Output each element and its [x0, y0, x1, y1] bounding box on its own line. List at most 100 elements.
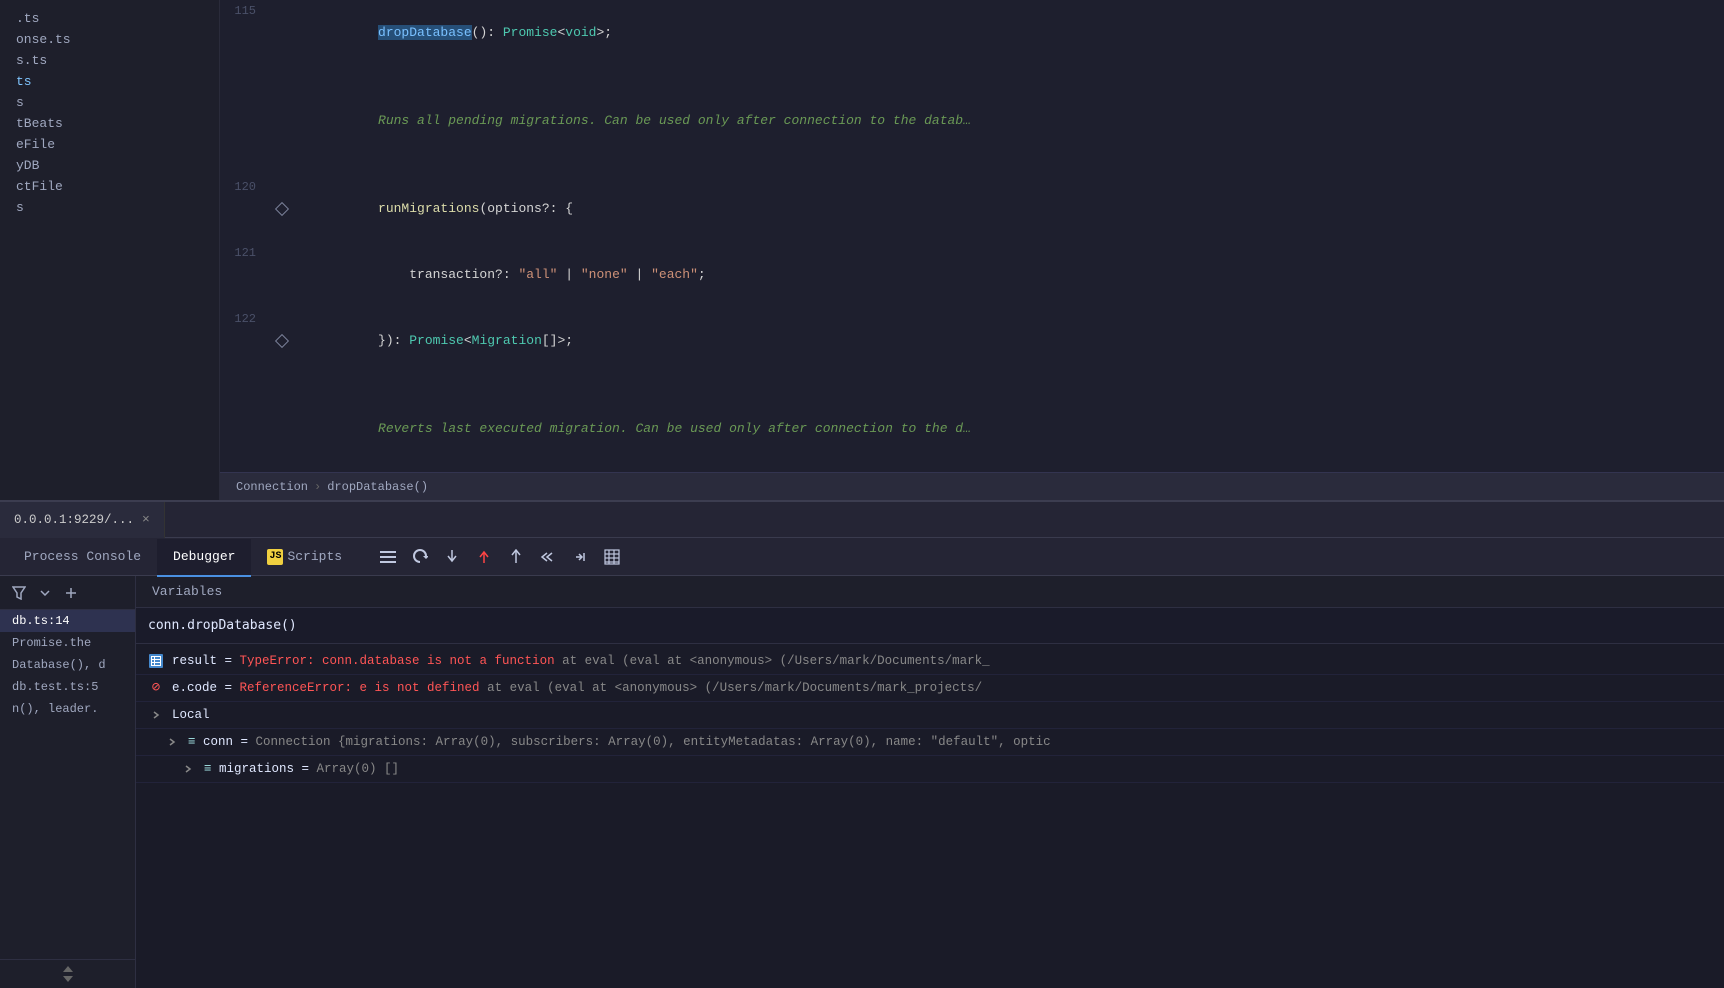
tab-label-scripts: Scripts [287, 549, 342, 564]
code-area: 115 dropDatabase(): Promise<void>; Runs … [220, 0, 1724, 472]
expand-arrow-icon-3[interactable] [180, 761, 196, 777]
url-tab[interactable]: 0.0.0.1:9229/... × [0, 502, 165, 538]
result-row-4: ≡ migrations = Array(0) [] [136, 756, 1724, 783]
code-content [292, 66, 1724, 88]
code-content [292, 154, 1724, 176]
sidebar: .ts onse.ts s.ts ts s tBeats eFile yDB c… [0, 0, 220, 500]
code-content: }): Promise<Migration[]>; [292, 308, 1724, 374]
line-number [220, 66, 272, 88]
tab-scripts[interactable]: JS Scripts [251, 539, 358, 577]
breadcrumb: Connection › dropDatabase() [220, 472, 1724, 500]
add-frame-icon[interactable] [60, 582, 82, 604]
right-panel: Variables result = TypeError: conn.datab… [136, 576, 1724, 988]
code-line-120: 120 runMigrations(options?: { [220, 176, 1724, 242]
gutter [272, 88, 292, 154]
devtools-body: db.ts:14 Promise.the Database(), d db.te… [0, 576, 1724, 988]
code-content [292, 462, 1724, 472]
gutter [272, 176, 292, 242]
line-number [220, 374, 272, 396]
toolbar-menu-btn[interactable] [374, 543, 402, 571]
code-line-blank-1 [220, 66, 1724, 88]
toolbar-table-btn[interactable] [598, 543, 626, 571]
sidebar-item-6[interactable]: eFile [0, 134, 219, 155]
code-content: runMigrations(options?: { [292, 176, 1724, 242]
console-results: result = TypeError: conn.database is not… [136, 644, 1724, 988]
sidebar-item-7[interactable]: yDB [0, 155, 219, 176]
scroll-up-arrow[interactable] [63, 966, 73, 972]
result-text-3: ≡ conn = Connection {migrations: Array(0… [188, 732, 1712, 752]
console-input[interactable] [148, 618, 1712, 633]
callstack-item-2[interactable]: Database(), d [0, 654, 135, 676]
code-content: dropDatabase(): Promise<void>; [292, 0, 1724, 66]
url-tab-close-icon[interactable]: × [142, 512, 150, 527]
sidebar-item-4[interactable]: s [0, 92, 219, 113]
sidebar-item-3[interactable]: ts [0, 71, 219, 92]
line-number [220, 154, 272, 176]
sidebar-item-1[interactable]: onse.ts [0, 29, 219, 50]
result-text-1: e.code = ReferenceError: e is not define… [172, 678, 1712, 698]
breadcrumb-class: Connection [236, 480, 308, 494]
result-row-2: Local [136, 702, 1724, 729]
code-content: transaction?: "all" | "none" | "each"; [292, 242, 1724, 308]
url-tab-label: 0.0.0.1:9229/... [14, 513, 134, 527]
code-line-comment-2: Reverts last executed migration. Can be … [220, 396, 1724, 462]
devtools-panel: 0.0.0.1:9229/... × Process Console Debug… [0, 500, 1724, 988]
code-content: Reverts last executed migration. Can be … [292, 396, 1724, 462]
scroll-down-arrow[interactable] [63, 976, 73, 982]
toolbar-resume-btn[interactable] [502, 543, 530, 571]
line-number [220, 88, 272, 154]
line-number: 122 [220, 308, 272, 374]
result-row-1: ⊘ e.code = ReferenceError: e is not defi… [136, 675, 1724, 702]
expand-arrow-icon[interactable] [148, 707, 164, 723]
line-number: 120 [220, 176, 272, 242]
line-number: 121 [220, 242, 272, 308]
code-line-blank-2 [220, 154, 1724, 176]
toolbar-step-into-btn[interactable] [438, 543, 466, 571]
toolbar-step-out-btn[interactable] [470, 543, 498, 571]
line-number [220, 396, 272, 462]
callstack-item-4[interactable]: n(), leader. [0, 698, 135, 720]
toolbar-rewind-btn[interactable] [534, 543, 562, 571]
sidebar-item-2[interactable]: s.ts [0, 50, 219, 71]
gutter [272, 154, 292, 176]
code-line-blank-4 [220, 462, 1724, 472]
top-area: .ts onse.ts s.ts ts s tBeats eFile yDB c… [0, 0, 1724, 500]
call-stack-list: db.ts:14 Promise.the Database(), d db.te… [0, 610, 135, 959]
chevron-down-icon[interactable] [34, 582, 56, 604]
filter-icon[interactable] [8, 582, 30, 604]
tab-process-console[interactable]: Process Console [8, 539, 157, 577]
variables-label: Variables [152, 584, 222, 599]
gutter [272, 374, 292, 396]
left-panel: db.ts:14 Promise.the Database(), d db.te… [0, 576, 136, 988]
code-line-blank-3 [220, 374, 1724, 396]
result-row-3: ≡ conn = Connection {migrations: Array(0… [136, 729, 1724, 756]
result-text-0: result = TypeError: conn.database is not… [172, 651, 1712, 671]
code-line-115: 115 dropDatabase(): Promise<void>; [220, 0, 1724, 66]
code-line-122: 122 }): Promise<Migration[]>; [220, 308, 1724, 374]
tab-debugger[interactable]: Debugger [157, 539, 251, 577]
line-number [220, 462, 272, 472]
callstack-item-1[interactable]: Promise.the [0, 632, 135, 654]
sidebar-item-5[interactable]: tBeats [0, 113, 219, 134]
callstack-item-3[interactable]: db.test.ts:5 [0, 676, 135, 698]
callstack-item-0[interactable]: db.ts:14 [0, 610, 135, 632]
gutter [272, 308, 292, 374]
tab-label-process-console: Process Console [24, 549, 141, 564]
toolbar-step-over-btn[interactable] [406, 543, 434, 571]
console-input-row [136, 608, 1724, 644]
code-line-comment-1: Runs all pending migrations. Can be used… [220, 88, 1724, 154]
sidebar-item-9[interactable]: s [0, 197, 219, 218]
local-label: Local [172, 705, 1712, 725]
breadcrumb-method: dropDatabase() [327, 480, 428, 494]
table-icon [148, 653, 164, 669]
gutter [272, 462, 292, 472]
variables-header: Variables [136, 576, 1724, 608]
code-content [292, 374, 1724, 396]
tab-label-debugger: Debugger [173, 549, 235, 564]
code-content: Runs all pending migrations. Can be used… [292, 88, 1724, 154]
sidebar-item-0[interactable]: .ts [0, 8, 219, 29]
expand-arrow-icon-2[interactable] [164, 734, 180, 750]
left-panel-toolbar [0, 576, 135, 610]
sidebar-item-8[interactable]: ctFile [0, 176, 219, 197]
toolbar-cursor-step-btn[interactable] [566, 543, 594, 571]
